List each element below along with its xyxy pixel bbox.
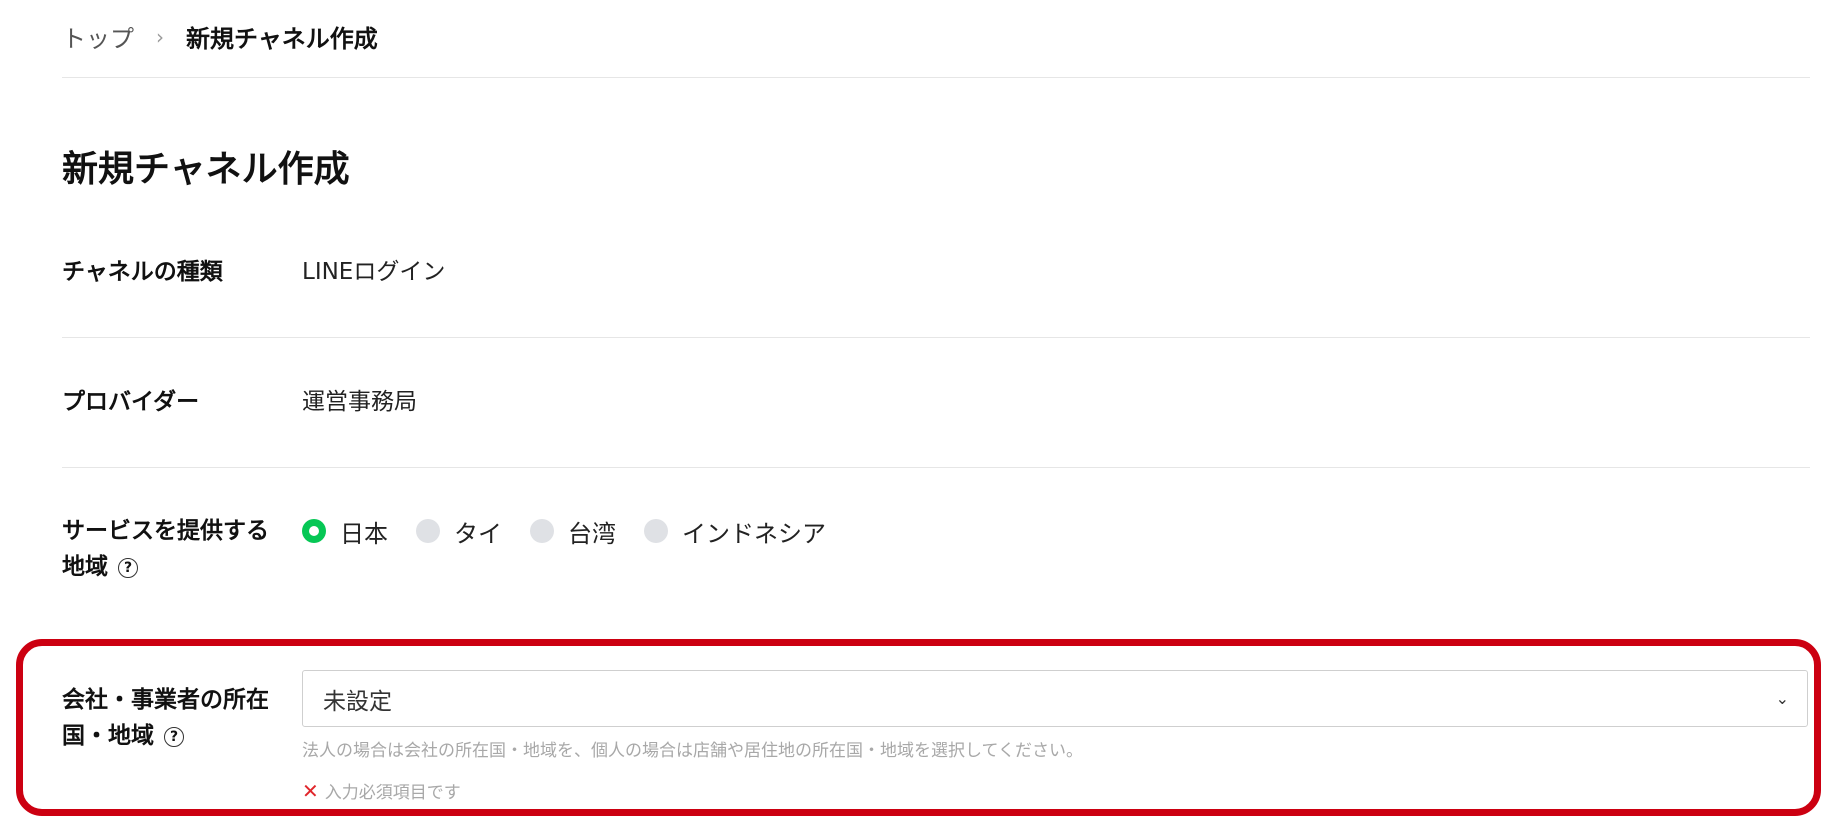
channel-type-row: チャネルの種類 LINEログイン [62,254,1810,338]
provider-label: プロバイダー [62,389,200,415]
breadcrumb-home-link[interactable]: トップ [62,19,134,54]
channel-type-value: LINEログイン [302,259,446,285]
help-icon[interactable]: ? [164,726,184,747]
field-hint: 法人の場合は会社の所在国・地域を、個人の場合は店舗や居住地の所在国・地域を選択し… [302,741,1083,761]
company-location-select[interactable]: 未設定 ⌄ [302,670,1808,727]
provider-value: 運営事務局 [302,389,417,415]
breadcrumb-separator-icon: › [156,24,164,49]
page-title: 新規チャネル作成 [62,149,350,190]
radio-option-thailand[interactable]: タイ [416,514,502,549]
help-icon[interactable]: ? [118,557,138,578]
radio-label: タイ [454,519,502,548]
radio-option-taiwan[interactable]: 台湾 [530,514,616,549]
page-container: トップ › 新規チャネル作成 新規チャネル作成 チャネルの種類 LINEログイン… [62,0,1810,803]
breadcrumb: トップ › 新規チャネル作成 [62,0,1810,78]
radio-label: 日本 [340,519,388,548]
service-region-label-line1: サービスを提供する [62,518,269,544]
service-region-radio-group: 日本 タイ 台湾 インドネシア [302,513,854,549]
radio-label: インドネシア [682,519,826,548]
radio-button[interactable] [416,519,440,543]
radio-label: 台湾 [568,519,616,548]
radio-option-japan[interactable]: 日本 [302,514,388,549]
error-message: ✕ 入力必須項目です [302,778,1810,804]
chevron-down-icon: ⌄ [1775,689,1789,708]
service-region-label-line2: 地域 [62,554,108,580]
company-location-label-line2: 国・地域 [62,723,154,749]
company-location-label-line1: 会社・事業者の所在 [62,687,269,713]
channel-type-label: チャネルの種類 [62,259,223,285]
provider-row: プロバイダー 運営事務局 [62,384,1810,468]
error-text: 入力必須項目です [324,783,461,803]
error-x-icon: ✕ [302,778,319,803]
radio-button[interactable] [644,519,668,543]
service-region-label: サービスを提供する 地域? [62,513,302,613]
radio-button-checked[interactable] [302,519,326,543]
select-value: 未設定 [323,688,392,715]
company-location-field: 未設定 ⌄ 法人の場合は会社の所在国・地域を、個人の場合は店舗や居住地の所在国・… [302,670,1810,812]
company-location-label: 会社・事業者の所在 国・地域? [62,682,302,812]
radio-button[interactable] [530,519,554,543]
service-region-row: サービスを提供する 地域? 日本 タイ 台湾 インドネシア [62,513,1810,613]
radio-option-indonesia[interactable]: インドネシア [644,514,826,549]
breadcrumb-current: 新規チャネル作成 [186,25,378,53]
company-location-row: 会社・事業者の所在 国・地域? 未設定 ⌄ 法人の場合は会社の所在国・地域を、個… [62,670,1810,812]
